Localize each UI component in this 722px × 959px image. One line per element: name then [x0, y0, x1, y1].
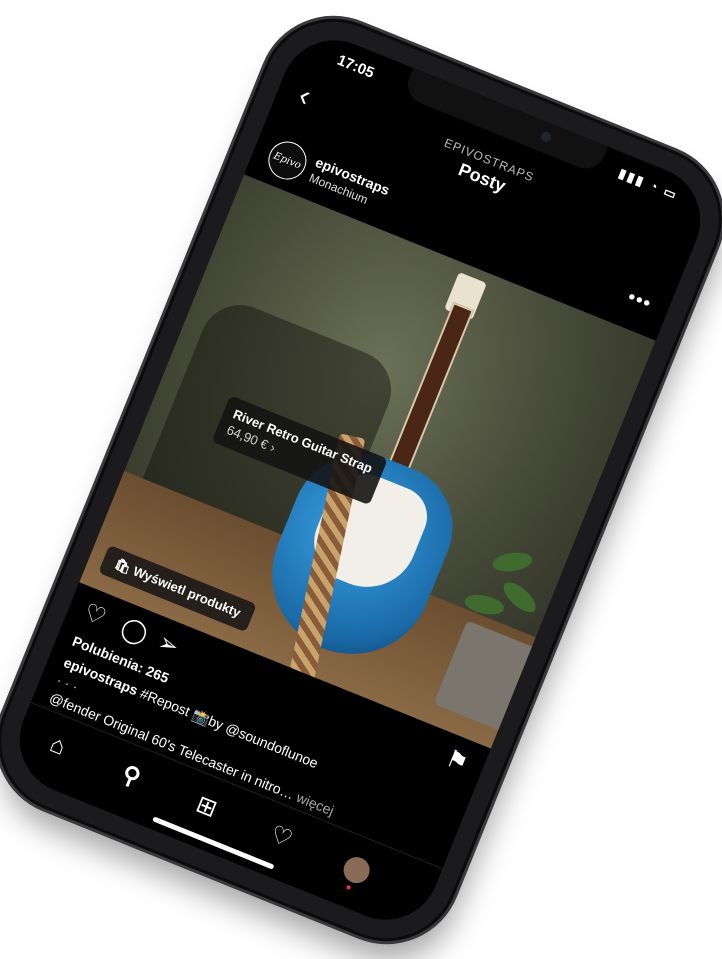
more-options-icon[interactable]: ••• — [624, 286, 655, 316]
notification-dot — [345, 884, 352, 890]
home-icon[interactable]: ⌂ — [46, 730, 70, 761]
status-time: 17:05 — [334, 51, 377, 82]
home-indicator — [152, 816, 275, 870]
send-icon[interactable]: ➢ — [154, 628, 184, 662]
avatar[interactable]: Epivo — [262, 135, 313, 186]
screen: 17:05 ▮▮▮ ◔ ▭ ‹ EPIVOSTRAPS Posty Epivo … — [3, 24, 717, 936]
heart-icon[interactable]: ♡ — [266, 820, 297, 855]
bookmark-icon[interactable]: ⚑ — [442, 744, 473, 779]
status-icons: ▮▮▮ ◔ ▭ — [616, 165, 681, 203]
leaf — [498, 577, 541, 618]
search-icon[interactable]: ⚲ — [118, 760, 145, 793]
add-post-icon[interactable]: ⊞ — [192, 790, 222, 824]
comment-icon[interactable]: ◯ — [117, 613, 153, 650]
leaf — [462, 591, 506, 618]
leaf — [491, 550, 534, 574]
heart-icon[interactable]: ♡ — [79, 598, 110, 633]
profile-avatar[interactable] — [337, 850, 377, 890]
phone-device: 17:05 ▮▮▮ ◔ ▭ ‹ EPIVOSTRAPS Posty Epivo … — [0, 0, 722, 959]
